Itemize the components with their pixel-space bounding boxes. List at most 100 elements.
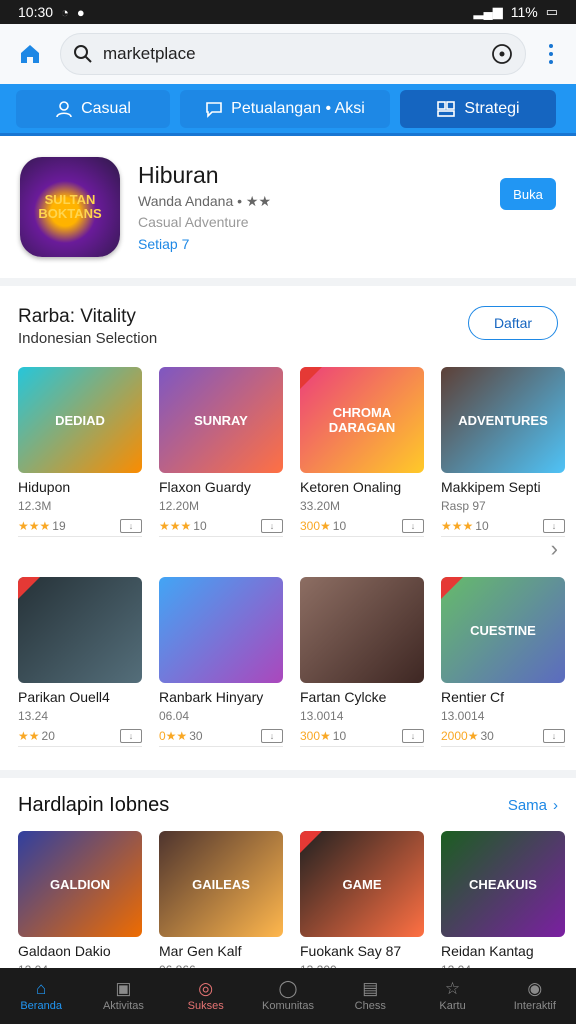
search-bar[interactable] [60,33,526,75]
nav-label: Sukses [187,1000,224,1012]
nav-label: Chess [354,1000,386,1012]
open-button[interactable]: Buka [500,178,556,210]
tab-label: Casual [81,99,131,117]
wifi-icon: ◔ [61,4,69,20]
download-icon[interactable]: ↓ [402,519,424,533]
nav-item[interactable]: ⌂ Beranda [0,968,82,1024]
game-thumbnail: CUESTINE [441,577,565,683]
see-more-link[interactable]: Sama › [508,797,558,814]
nav-icon: ▣ [115,979,132,998]
rating-count: 30 [480,729,494,743]
game-card[interactable]: DEDIAD Hidupon 12.3M ★★★ 19 ↓ [18,367,142,537]
game-card[interactable]: ADVENTURES Makkipem Septi Rasp 97 ★★★ 10 ↓ [441,367,565,537]
game-thumbnail: ADVENTURES [441,367,565,473]
star-icons: 0★★ [159,729,188,743]
nav-item[interactable]: ◯ Komunitas [247,968,329,1024]
more-options-icon[interactable] [540,44,562,64]
home-button[interactable] [14,38,46,70]
star-rating: ★★ 20 [18,729,55,743]
featured-developer: Wanda Andana • ★★ [138,193,272,209]
category-tabs: Casual Petualangan • Aksi Strategi [0,84,576,136]
tab-casual[interactable]: Casual [16,89,170,128]
thumbnail-text: GALDION [50,876,110,892]
chevron-right-icon: › [553,797,558,814]
signal-icon: ▂▄▆ [473,4,503,19]
featured-app[interactable]: SULTAN BOKTANS Hiburan Wanda Andana • ★★… [0,136,576,286]
featured-description: Casual Adventure [138,214,249,230]
download-icon[interactable]: ↓ [120,729,142,743]
game-title: Rentier Cf [441,689,505,705]
section-title: Rarba: Vitality [18,306,136,327]
tab-label: Strategi [464,99,520,117]
section-subtitle: Indonesian Selection [18,330,158,347]
nav-item[interactable]: ◎ Sukses [165,968,247,1024]
download-icon[interactable]: ↓ [402,729,424,743]
rating-count: 10 [332,729,347,743]
new-badge-icon [441,577,463,599]
rating-count: 20 [41,729,55,743]
section-action-button[interactable]: Daftar [468,306,558,340]
thumbnail-text: SUNRAY [194,412,248,428]
recommended-section: Hardlapin Iobnes Sama › GALDION Galdaon D… [0,770,576,1001]
download-icon[interactable]: ↓ [120,519,142,533]
download-icon[interactable]: ↓ [543,729,565,743]
star-rating: ★★★ 10 [159,519,207,533]
game-downloads: 12.20M [159,499,200,513]
game-card[interactable]: Fartan Cylcke 13.0014 300★ 10 ↓ [300,577,424,747]
game-card[interactable]: CHROMA DARAGAN Ketoren Onaling 33.20M 300★ 1… [300,367,424,537]
battery-level: 11% [510,4,538,20]
download-icon[interactable]: ↓ [261,519,283,533]
game-card[interactable]: Ranbark Hinyary 06.04 0★★ 30 ↓ [159,577,283,747]
nav-item[interactable]: ☆ Kartu [411,968,493,1024]
game-downloads: 13.0014 [441,709,485,723]
game-title: Parikan Ouell4 [18,689,110,705]
star-rating: ★★★ 10 [441,519,489,533]
nav-item[interactable]: ◉ Interaktif [494,968,576,1024]
star-icons: ★★★ [18,519,51,533]
chat-icon [206,101,222,118]
featured-age-rating[interactable]: Setiap 7 [138,236,556,252]
game-thumbnail [18,577,142,683]
rating-count: 10 [193,519,207,533]
nav-item[interactable]: ▤ Chess [329,968,411,1024]
star-icons: 2000★ [441,729,479,743]
game-card[interactable]: Parikan Ouell4 13.24 ★★ 20 ↓ [18,577,142,747]
game-thumbnail: GAME [300,831,424,937]
person-icon [56,100,72,117]
new-badge-icon [18,577,40,599]
search-input[interactable] [103,44,481,64]
thumbnail-text: CHEAKUIS [469,876,537,892]
tab-adventure-action[interactable]: Petualangan • Aksi [180,89,390,128]
game-title: Ketoren Onaling [300,479,402,495]
game-title: Fuokank Say 87 [300,943,402,959]
voice-search-icon[interactable] [491,43,513,65]
bottom-navigation: ⌂ Beranda ▣ Aktivitas ◎ Sukses ◯ Komunitas ▤ Ches… [0,968,576,1024]
game-thumbnail [300,577,424,683]
nav-item[interactable]: ▣ Aktivitas [82,968,164,1024]
thumbnail-text: GAME [342,876,382,892]
game-downloads: 06.04 [159,709,190,723]
rating-count: 10 [475,519,489,533]
game-card[interactable]: SUNRAY Flaxon Guardy 12.20M ★★★ 10 ↓ [159,367,283,537]
featured-title: Hiburan [138,162,219,188]
game-thumbnail: CHEAKUIS [441,831,565,937]
game-title: Ranbark Hinyary [159,689,264,705]
game-thumbnail: DEDIAD [18,367,142,473]
see-more-label: Sama [507,797,547,814]
game-title: Hidupon [18,479,71,495]
game-card[interactable]: CUESTINE Rentier Cf 13.0014 2000★ 30 ↓ [441,577,565,747]
nav-icon: ⌂ [36,979,47,998]
thumbnail-text: GAILEAS [192,876,250,892]
game-title: Reidan Kantag [441,943,534,959]
star-rating: 300★ 10 [300,729,346,743]
game-downloads: 13.0014 [300,709,344,723]
star-icons: ★★ [18,729,40,743]
download-icon[interactable]: ↓ [543,519,565,533]
game-downloads: Rasp 97 [441,499,486,513]
download-icon[interactable]: ↓ [261,729,283,743]
chevron-right-icon[interactable]: › [551,536,558,562]
game-thumbnail: CHROMA DARAGAN [300,367,424,473]
tab-strategy[interactable]: Strategi [400,89,556,128]
game-thumbnail [159,577,283,683]
nav-label: Komunitas [261,1000,314,1012]
